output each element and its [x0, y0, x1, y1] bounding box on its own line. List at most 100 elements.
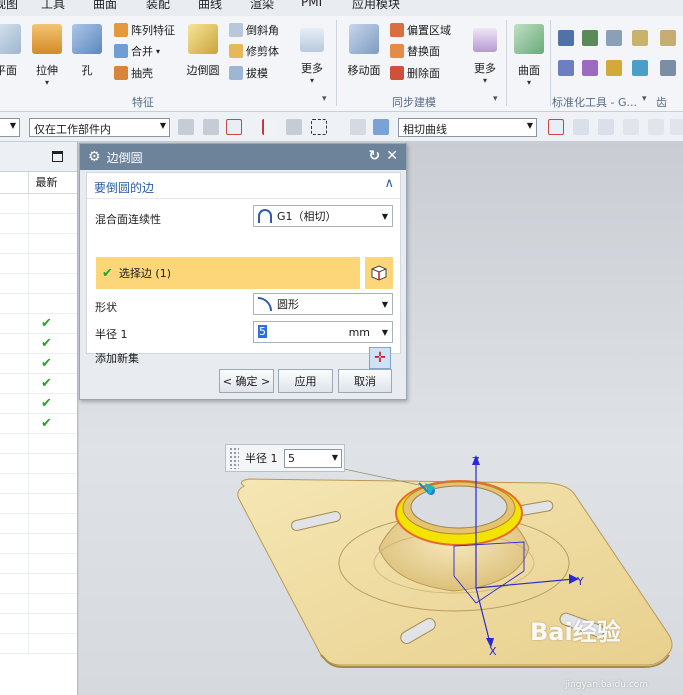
- close-icon[interactable]: ✕: [386, 148, 398, 164]
- table-row[interactable]: [0, 554, 77, 574]
- table-row[interactable]: [0, 494, 77, 514]
- std-tool-icon[interactable]: [558, 60, 574, 76]
- reset-icon[interactable]: ↻: [369, 148, 381, 164]
- std-tool-icon[interactable]: [632, 30, 648, 46]
- type-filter-select[interactable]: ▼: [0, 118, 20, 137]
- std-tool-icon[interactable]: [606, 30, 622, 46]
- menu-tools[interactable]: 工具: [41, 0, 65, 12]
- pattern-feature-button[interactable]: 阵列特征: [114, 21, 175, 39]
- table-row[interactable]: [0, 214, 77, 234]
- selection-tool-icon[interactable]: [623, 119, 639, 135]
- group-expand-icon[interactable]: ▾: [493, 94, 498, 104]
- selection-tool-icon[interactable]: [670, 119, 683, 135]
- navigator-column-header[interactable]: 最新: [0, 172, 77, 194]
- unite-button[interactable]: 合并 ▾: [114, 42, 160, 60]
- table-row[interactable]: [0, 454, 77, 474]
- cube-icon[interactable]: [373, 119, 389, 135]
- table-row[interactable]: [0, 434, 77, 454]
- table-row[interactable]: [0, 254, 77, 274]
- std-tool-icon[interactable]: [606, 60, 622, 76]
- edge-blend-button[interactable]: 边倒圆: [183, 24, 223, 78]
- drag-grip-icon[interactable]: [229, 447, 239, 469]
- selection-tool-icon[interactable]: [598, 119, 614, 135]
- pattern-feature-icon: [114, 23, 128, 37]
- table-row[interactable]: [0, 534, 77, 554]
- table-row[interactable]: ✔: [0, 314, 77, 334]
- delete-face-button[interactable]: 删除面: [390, 64, 440, 82]
- shape-select[interactable]: 圆形 ▼: [253, 293, 393, 315]
- table-row[interactable]: ✔: [0, 334, 77, 354]
- onscreen-radius-value: 5: [288, 452, 295, 465]
- radius-input[interactable]: 5 mm ▼: [253, 321, 393, 343]
- chevron-up-icon[interactable]: ∧: [384, 176, 394, 191]
- std-tool-icon[interactable]: [582, 60, 598, 76]
- maximize-icon[interactable]: [52, 151, 63, 162]
- menu-pmi[interactable]: PMI: [301, 0, 322, 9]
- cube-icon[interactable]: [350, 119, 366, 135]
- selection-tool-icon[interactable]: [548, 119, 564, 135]
- extrude-button[interactable]: 拉伸 ▾: [27, 24, 67, 88]
- table-row[interactable]: [0, 234, 77, 254]
- onscreen-radius-field[interactable]: 5 ▼: [284, 449, 342, 468]
- table-row[interactable]: ✔: [0, 374, 77, 394]
- menu-curve[interactable]: 曲线: [198, 0, 222, 12]
- ok-button[interactable]: < 确定 >: [219, 369, 274, 393]
- offset-region-button[interactable]: 偏置区域: [390, 21, 451, 39]
- section-header[interactable]: 要倒圆的边 ∧: [87, 173, 400, 199]
- snap-point-icon[interactable]: [262, 119, 278, 135]
- draft-button[interactable]: 拔模: [229, 64, 268, 82]
- std-tool-icon[interactable]: [632, 60, 648, 76]
- group-expand-icon[interactable]: ▾: [642, 94, 647, 104]
- table-row[interactable]: [0, 574, 77, 594]
- curve-rule-select[interactable]: 相切曲线 ▼: [398, 118, 537, 137]
- menu-assembly[interactable]: 装配: [146, 0, 170, 12]
- dialog-title-bar[interactable]: ⚙ 边倒圆 ↻ ✕: [80, 144, 406, 170]
- select-edge-button[interactable]: [363, 257, 393, 289]
- snap-icon[interactable]: [178, 119, 194, 135]
- table-row[interactable]: ✔: [0, 414, 77, 434]
- menu-view[interactable]: 视图: [0, 0, 18, 12]
- selection-scope-select[interactable]: 仅在工作部件内 ▼: [29, 118, 170, 137]
- select-edge-row[interactable]: ✔ 选择边 (1): [96, 257, 360, 289]
- shell-button[interactable]: 抽壳: [114, 64, 153, 82]
- table-row[interactable]: [0, 474, 77, 494]
- table-row[interactable]: [0, 614, 77, 634]
- replace-face-button[interactable]: 替换面: [390, 42, 440, 60]
- std-tool-icon[interactable]: [558, 30, 574, 46]
- group-expand-icon[interactable]: ▾: [322, 94, 327, 104]
- gear-tool-icon[interactable]: [660, 60, 676, 76]
- selection-filter-icon[interactable]: [226, 119, 242, 135]
- table-row[interactable]: [0, 634, 77, 654]
- move-face-button[interactable]: 移动面: [344, 24, 384, 78]
- table-row[interactable]: ✔: [0, 394, 77, 414]
- std-tool-icon[interactable]: [582, 30, 598, 46]
- table-row[interactable]: [0, 194, 77, 214]
- continuity-select[interactable]: G1（相切） ▼: [253, 205, 393, 227]
- cancel-button[interactable]: 取消: [338, 369, 392, 393]
- hole-button[interactable]: 孔: [67, 24, 107, 78]
- rectangle-select-icon[interactable]: [311, 119, 327, 135]
- add-new-set-button[interactable]: ✛: [369, 347, 391, 369]
- menu-application[interactable]: 应用模块: [352, 0, 400, 12]
- table-row[interactable]: ✔: [0, 354, 77, 374]
- menu-render[interactable]: 渲染: [250, 0, 274, 12]
- surface-button[interactable]: 曲面 ▾: [509, 24, 549, 88]
- datum-plane-button[interactable]: 平面: [0, 24, 26, 78]
- menu-surface[interactable]: 曲面: [93, 0, 117, 12]
- feature-more-button[interactable]: 更多 ▾: [292, 24, 332, 86]
- sync-more-button[interactable]: 更多 ▾: [465, 24, 505, 86]
- table-row[interactable]: [0, 294, 77, 314]
- table-row[interactable]: [0, 594, 77, 614]
- gear-tool-icon[interactable]: [660, 30, 676, 46]
- snap-icon[interactable]: [203, 119, 219, 135]
- apply-button[interactable]: 应用: [278, 369, 333, 393]
- snap-icon[interactable]: [286, 119, 302, 135]
- gear-icon[interactable]: ⚙: [88, 149, 101, 165]
- selection-tool-icon[interactable]: [573, 119, 589, 135]
- latest-cell: [28, 594, 64, 614]
- trim-body-button[interactable]: 修剪体: [229, 42, 279, 60]
- table-row[interactable]: [0, 274, 77, 294]
- selection-tool-icon[interactable]: [648, 119, 664, 135]
- table-row[interactable]: [0, 514, 77, 534]
- chamfer-button[interactable]: 倒斜角: [229, 21, 279, 39]
